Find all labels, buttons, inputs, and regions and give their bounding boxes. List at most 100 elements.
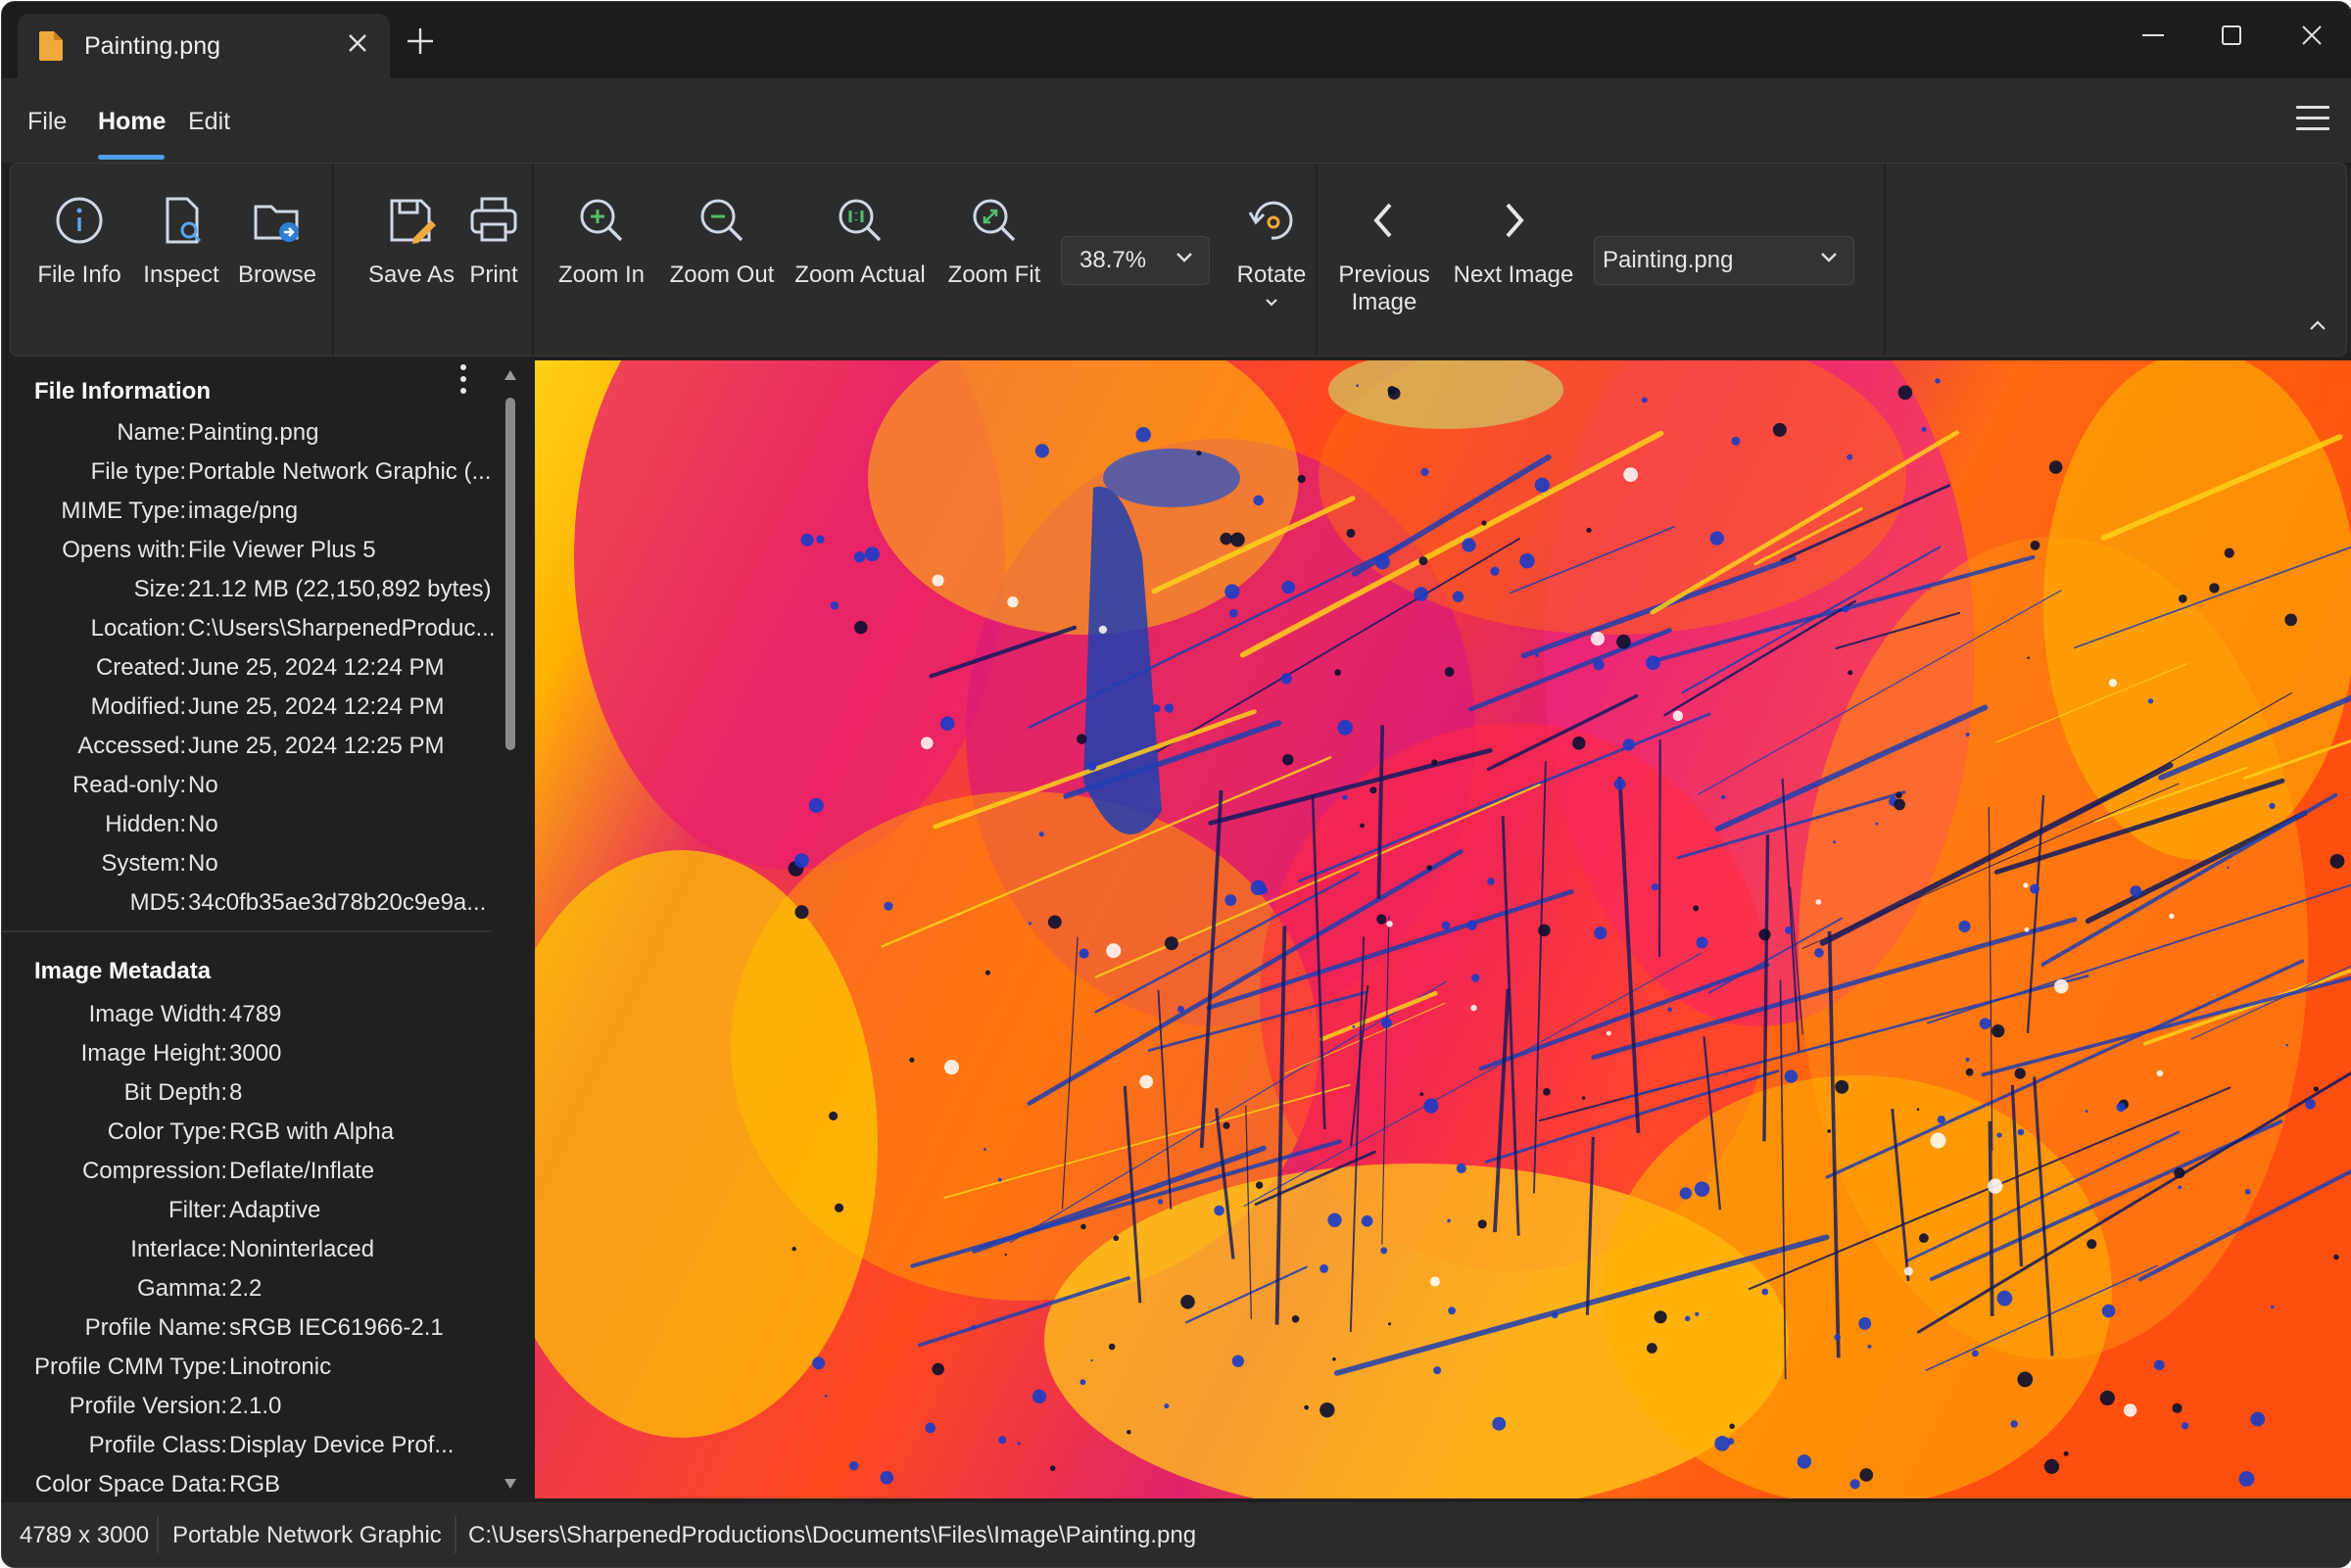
title-bar: Painting.png — [2, 2, 2351, 78]
section-divider — [2, 930, 492, 932]
info-row: Interlace: Noninterlaced — [2, 1230, 492, 1269]
minimize-button[interactable] — [2114, 14, 2192, 57]
info-row-key: Profile Class: — [88, 1432, 227, 1458]
zoom-actual-button[interactable]: Zoom Actual — [787, 193, 934, 289]
rotate-label: Rotate — [1236, 261, 1307, 288]
info-row: Created: June 25, 2024 12:24 PM — [2, 648, 492, 688]
scroll-up-arrow-icon[interactable] — [504, 370, 516, 380]
sidebar-scrollbar[interactable] — [500, 360, 521, 1498]
save-as-icon — [390, 199, 436, 244]
chevron-down-icon — [1818, 247, 1840, 275]
info-row-key: Filter: — [168, 1197, 227, 1223]
status-separator — [157, 1516, 159, 1553]
collapse-ribbon-chevron-icon[interactable] — [2307, 318, 2328, 337]
info-row-value: RGB — [229, 1471, 281, 1497]
print-button[interactable]: Print — [454, 193, 534, 289]
info-row-value: No — [188, 850, 218, 877]
painting-image — [535, 360, 2351, 1498]
info-row: Modified: June 25, 2024 12:24 PM — [2, 688, 492, 727]
menu-file[interactable]: File — [27, 108, 67, 136]
rotate-button[interactable]: Rotate — [1218, 193, 1325, 309]
browse-button[interactable]: Browse — [228, 193, 326, 289]
info-row: File type: Portable Network Graphic (... — [2, 452, 492, 492]
info-row: MIME Type: image/png — [2, 492, 492, 531]
info-row-key: Created: — [95, 654, 186, 681]
status-separator — [455, 1516, 456, 1553]
file-info-button[interactable]: File Info — [30, 193, 128, 289]
info-row-key: Modified: — [90, 693, 186, 720]
menu-home[interactable]: Home — [98, 108, 166, 136]
status-file-type: Portable Network Graphic — [172, 1522, 442, 1548]
info-row: Name: Painting.png — [2, 413, 492, 452]
zoom-level-value: 38.7% — [1080, 247, 1147, 273]
info-row: Size: 21.12 MB (22,150,892 bytes) — [2, 570, 492, 609]
info-row-key: MD5: — [129, 889, 186, 916]
info-row: Hidden: No — [2, 805, 492, 844]
next-image-button[interactable]: Next Image — [1445, 193, 1582, 289]
chevron-down-icon — [1174, 247, 1195, 275]
ribbon-separator — [1884, 164, 1886, 356]
close-window-button[interactable] — [2273, 14, 2351, 57]
rotate-dropdown-chevron-icon — [1266, 299, 1277, 307]
info-row: Profile CMM Type: Linotronic — [2, 1348, 492, 1387]
active-menu-indicator — [98, 155, 165, 160]
file-selector-dropdown[interactable]: Painting.png — [1594, 236, 1854, 285]
info-row-value: sRGB IEC61966-2.1 — [229, 1314, 444, 1341]
new-tab-button[interactable] — [406, 24, 435, 63]
more-options-icon[interactable] — [460, 364, 468, 400]
chevron-left-icon — [1373, 203, 1392, 238]
file-selector-value: Painting.png — [1603, 247, 1734, 273]
info-row-key: Hidden: — [105, 811, 186, 837]
info-row-value: RGB with Alpha — [229, 1118, 395, 1145]
sidebar-scroll-thumb[interactable] — [505, 398, 515, 750]
info-row: System: No — [2, 844, 492, 883]
info-row-value: 2.1.0 — [229, 1393, 282, 1419]
info-row-value: Painting.png — [188, 419, 319, 446]
info-row: Location: C:\Users\SharpenedProduc... — [2, 609, 496, 648]
image-metadata-title: Image Metadata — [34, 958, 212, 984]
inspect-icon — [166, 197, 202, 244]
previous-image-label-line1: Previous — [1338, 261, 1430, 288]
zoom-out-label: Zoom Out — [669, 261, 775, 288]
status-dimensions: 4789 x 3000 — [20, 1522, 150, 1548]
zoom-fit-label: Zoom Fit — [947, 261, 1041, 288]
previous-image-button[interactable]: Previous Image — [1329, 193, 1439, 316]
info-row-value: Noninterlaced — [229, 1236, 375, 1262]
rotate-icon — [1248, 201, 1293, 240]
info-row: Read-only: No — [2, 766, 492, 805]
menu-edit[interactable]: Edit — [188, 108, 230, 136]
document-tab[interactable]: Painting.png — [18, 14, 390, 78]
info-row: Gamma: 2.2 — [2, 1269, 492, 1308]
ribbon-toolbar: File Info Inspect Browse Save As Print Z… — [10, 163, 2347, 356]
info-icon — [56, 197, 103, 244]
zoom-fit-icon — [973, 199, 1016, 242]
info-row-value: No — [188, 811, 218, 837]
image-viewer[interactable] — [535, 360, 2351, 1498]
info-row: Profile Class: Display Device Prof... — [2, 1426, 492, 1465]
info-row-key: Bit Depth: — [123, 1079, 227, 1106]
info-row-value: June 25, 2024 12:24 PM — [188, 693, 445, 720]
info-row-value: Display Device Prof... — [229, 1432, 455, 1458]
scroll-down-arrow-icon[interactable] — [504, 1479, 516, 1489]
hamburger-menu-icon[interactable] — [2296, 106, 2329, 131]
info-row-value: 8 — [229, 1079, 243, 1106]
zoom-out-icon — [700, 199, 744, 242]
info-row: Image Height: 3000 — [2, 1034, 492, 1073]
zoom-fit-button[interactable]: Zoom Fit — [936, 193, 1053, 289]
close-tab-icon[interactable] — [347, 29, 368, 61]
info-row-value: No — [188, 772, 218, 798]
info-row-key: System: — [101, 850, 186, 877]
save-as-button[interactable]: Save As — [358, 193, 465, 289]
info-row-value: June 25, 2024 12:25 PM — [188, 733, 445, 759]
zoom-in-button[interactable]: Zoom In — [548, 193, 655, 289]
info-row-key: Compression: — [81, 1158, 227, 1184]
info-row-value: 34c0fb35ae3d78b20c9e9a... — [188, 889, 487, 916]
info-row-key: Read-only: — [72, 772, 186, 798]
info-row-key: Name: — [117, 419, 186, 446]
inspect-button[interactable]: Inspect — [132, 193, 230, 289]
info-row-value: 4789 — [229, 1001, 282, 1027]
zoom-out-button[interactable]: Zoom Out — [661, 193, 783, 289]
maximize-button[interactable] — [2192, 14, 2271, 57]
info-row-value: 21.12 MB (22,150,892 bytes) — [188, 576, 492, 602]
zoom-level-select[interactable]: 38.7% — [1061, 236, 1210, 285]
